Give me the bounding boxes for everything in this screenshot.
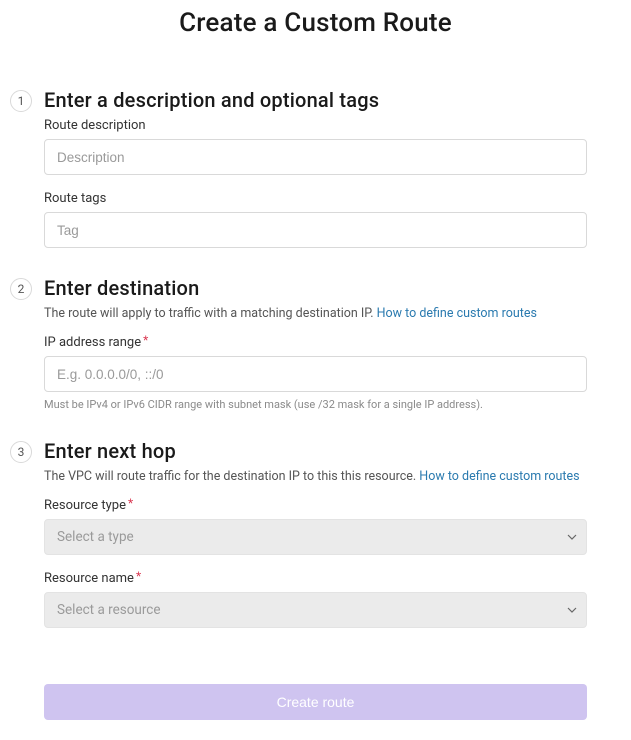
step-1: 1 Enter a description and optional tags … [0, 88, 631, 248]
step-2-number: 2 [10, 278, 32, 300]
route-tags-field: Route tags [44, 191, 587, 248]
resource-name-select-placeholder: Select a resource [57, 602, 161, 618]
step-1-number: 1 [10, 90, 32, 112]
step-3: 3 Enter next hop The VPC will route traf… [0, 439, 631, 628]
ip-range-label-text: IP address range [44, 335, 141, 350]
resource-name-select[interactable]: Select a resource [44, 592, 587, 628]
step-1-title: Enter a description and optional tags [44, 88, 587, 112]
route-description-input[interactable] [44, 139, 587, 175]
required-asterisk: * [128, 496, 133, 510]
step-3-title: Enter next hop [44, 439, 587, 463]
ip-range-label: IP address range* [44, 335, 587, 350]
create-route-button[interactable]: Create route [44, 684, 587, 720]
route-tags-input[interactable] [44, 212, 587, 248]
route-description-label: Route description [44, 118, 587, 133]
step-2-title: Enter destination [44, 276, 587, 300]
page-title: Create a Custom Route [0, 8, 631, 38]
actions: Create route [0, 656, 631, 720]
required-asterisk: * [143, 333, 148, 347]
required-asterisk: * [136, 569, 141, 583]
route-tags-label: Route tags [44, 191, 587, 206]
resource-name-label: Resource name* [44, 571, 587, 586]
route-description-field: Route description [44, 118, 587, 175]
ip-range-helper: Must be IPv4 or IPv6 CIDR range with sub… [44, 398, 587, 411]
resource-type-select-placeholder: Select a type [57, 529, 134, 545]
resource-type-label-text: Resource type [44, 498, 126, 513]
resource-type-label: Resource type* [44, 498, 587, 513]
step-3-help-link[interactable]: How to define custom routes [419, 469, 579, 484]
step-3-desc-text: The VPC will route traffic for the desti… [44, 469, 419, 484]
step-3-number: 3 [10, 441, 32, 463]
step-2-desc-text: The route will apply to traffic with a m… [44, 306, 377, 321]
ip-range-input[interactable] [44, 356, 587, 392]
resource-name-label-text: Resource name [44, 571, 134, 586]
step-3-desc: The VPC will route traffic for the desti… [44, 469, 587, 484]
ip-range-field: IP address range* Must be IPv4 or IPv6 C… [44, 335, 587, 411]
resource-type-select[interactable]: Select a type [44, 519, 587, 555]
step-2: 2 Enter destination The route will apply… [0, 276, 631, 411]
resource-name-field: Resource name* Select a resource [44, 571, 587, 628]
step-2-desc: The route will apply to traffic with a m… [44, 306, 587, 321]
resource-type-field: Resource type* Select a type [44, 498, 587, 555]
step-2-help-link[interactable]: How to define custom routes [377, 306, 537, 321]
